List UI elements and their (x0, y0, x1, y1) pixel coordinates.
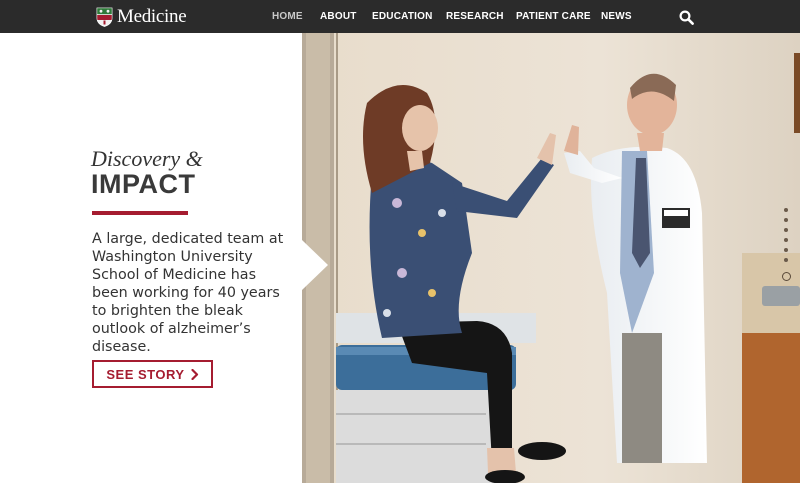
carousel-dot-6[interactable] (784, 258, 788, 262)
brand-name: Medicine (117, 6, 187, 27)
nav-item-education[interactable]: EDUCATION (372, 11, 433, 22)
search-icon[interactable] (679, 10, 694, 25)
see-story-label: SEE STORY (106, 366, 185, 382)
site-logo[interactable]: Medicine (96, 6, 187, 28)
top-nav: Medicine HOME ABOUT EDUCATION RESEARCH P… (0, 0, 800, 33)
hero-photo-illustration (302, 33, 800, 483)
carousel-dot-5[interactable] (784, 248, 788, 252)
panel-pointer (302, 240, 328, 290)
hero-image (302, 33, 800, 483)
carousel-dot-3[interactable] (784, 228, 788, 232)
shield-crest-icon (96, 7, 113, 27)
chevron-right-icon (190, 368, 198, 380)
headline-divider (92, 211, 188, 215)
feature-body: A large, dedicated team at Washington Un… (92, 231, 284, 355)
carousel-pagination (782, 208, 791, 281)
nav-item-home[interactable]: HOME (272, 11, 303, 22)
carousel-dot-4[interactable] (784, 238, 788, 242)
carousel-dot-active[interactable] (782, 272, 791, 281)
nav-item-patient-care[interactable]: PATIENT CARE (516, 11, 591, 22)
nav-item-about[interactable]: ABOUT (320, 11, 357, 22)
feature-panel: Discovery & IMPACT A large, dedicated te… (0, 33, 302, 483)
carousel-dot-1[interactable] (784, 208, 788, 212)
nav-item-research[interactable]: RESEARCH (446, 11, 504, 22)
nav-item-news[interactable]: NEWS (601, 11, 632, 22)
carousel-dot-2[interactable] (784, 218, 788, 222)
feature-headline: IMPACT (91, 169, 196, 199)
see-story-button[interactable]: SEE STORY (92, 360, 213, 388)
